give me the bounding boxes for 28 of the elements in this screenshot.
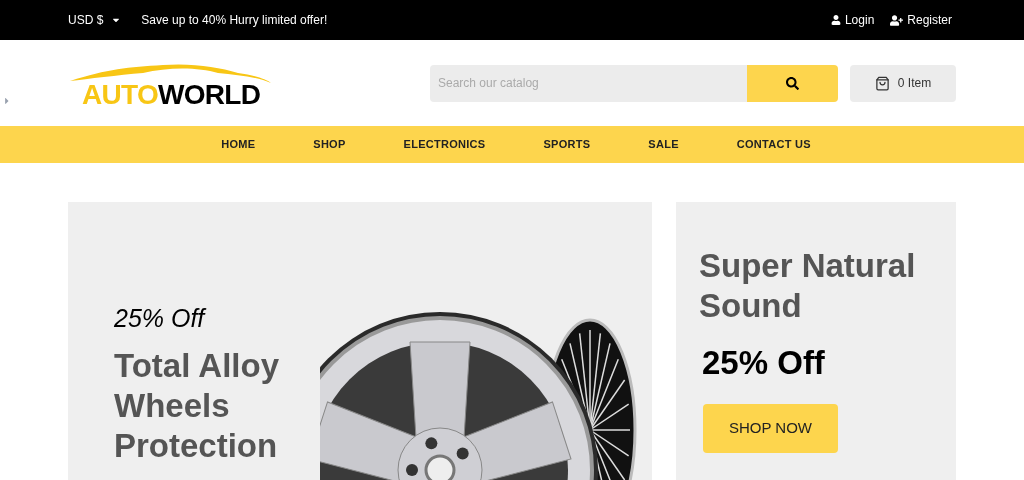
register-link[interactable]: Register [890,11,952,29]
search-button[interactable] [747,64,838,102]
caret-icon[interactable] [3,96,11,106]
currency-dropdown[interactable]: USD $ [68,11,122,29]
nav-link[interactable]: ELECTRONICS [403,136,486,153]
shop-now-button[interactable]: SHOP NOW [703,403,838,453]
user-plus-icon [890,14,904,26]
shopping-bag-icon [874,75,890,91]
banner-title: Protection [114,425,279,466]
discount-text: 25% Off [702,343,826,383]
nav-link[interactable]: CONTACT US [736,136,811,153]
nav-link[interactable]: SPORTS [543,136,591,153]
search-icon [786,76,799,90]
autoworld-logo[interactable]: AUTOWORLD [68,61,273,113]
search-field[interactable]: Search our catalog [430,64,747,102]
banner-title: Wheels [114,385,231,426]
offer-text: Save up to 40% Hurry limited offer! [141,12,328,29]
side-banner-title: Super Natural Sound [699,246,917,326]
login-link[interactable]: Login [830,11,875,29]
banner-title: Total Alloy [114,345,279,386]
cart-button[interactable]: 0 Item [850,64,956,102]
nav-link[interactable]: HOME [221,136,256,153]
user-icon [830,15,841,25]
discount-text: 25% Off [114,303,208,334]
nav-link[interactable]: SALE [648,136,679,153]
nav-link[interactable]: SHOP [313,136,346,153]
logo-text: AUTO [82,81,159,109]
logo-text: WORLD [158,81,261,109]
